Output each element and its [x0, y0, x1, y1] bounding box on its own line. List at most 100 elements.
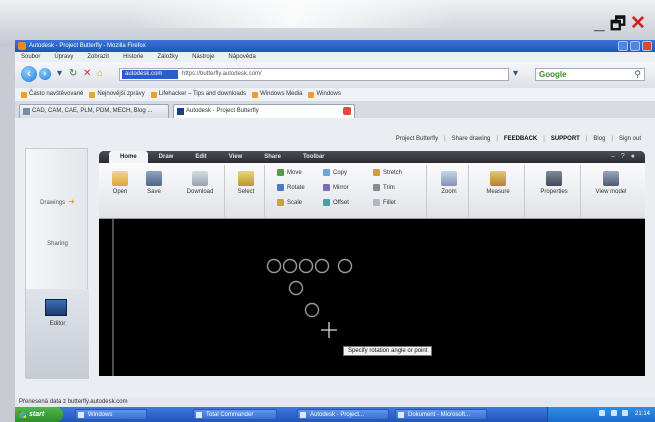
- app-icon: [300, 412, 306, 418]
- command-tooltip: Specify rotation angle or point: [343, 346, 433, 356]
- ribbon-minimize-icon[interactable]: –: [611, 153, 615, 160]
- stretch-icon: [373, 169, 380, 176]
- link-project-butterfly[interactable]: Project Butterfly: [396, 136, 438, 142]
- view-model-icon: [603, 171, 619, 186]
- tray-icon[interactable]: [598, 410, 605, 417]
- drawn-circle[interactable]: [288, 280, 304, 296]
- fillet-button[interactable]: Fillet: [373, 199, 396, 206]
- move-button[interactable]: Move: [277, 169, 302, 176]
- menu-tools[interactable]: Nástroje: [192, 52, 214, 62]
- panel-item-drawings[interactable]: Drawings ➜: [26, 197, 89, 206]
- zoom-button[interactable]: Zoom: [434, 171, 464, 196]
- site-top-links: Project Butterfly | Share drawing | FEEDBA…: [395, 136, 641, 142]
- panel-item-editor[interactable]: Editor: [26, 289, 89, 379]
- win-minimize-button[interactable]: [618, 41, 628, 51]
- dropdown-arrow-icon[interactable]: ▾: [57, 69, 62, 79]
- site-identity-badge[interactable]: autodesk.com: [122, 70, 178, 79]
- taskbar-item[interactable]: Autodesk - Project...: [297, 409, 389, 420]
- address-bar[interactable]: autodesk.com https://butterfly.autodesk.…: [119, 68, 509, 81]
- tab-draw[interactable]: Draw: [148, 151, 185, 163]
- tab-toolbar[interactable]: Toolbar: [292, 151, 336, 163]
- scale-button[interactable]: Scale: [277, 199, 302, 206]
- drawn-circle[interactable]: [298, 258, 314, 274]
- bookmark-icon: [252, 91, 259, 98]
- link-feedback[interactable]: FEEDBACK: [504, 136, 537, 142]
- measure-button[interactable]: Measure: [481, 171, 515, 196]
- mirror-button[interactable]: Mirror: [323, 184, 349, 191]
- taskbar-item[interactable]: Windows: [75, 409, 147, 420]
- stretch-button[interactable]: Stretch: [373, 169, 402, 176]
- menu-edit[interactable]: Úpravy: [54, 52, 73, 62]
- link-support[interactable]: SUPPORT: [551, 136, 580, 142]
- menu-history[interactable]: Historie: [123, 52, 143, 62]
- ribbon-help-icon[interactable]: ?: [621, 153, 625, 160]
- select-button[interactable]: Select: [231, 171, 261, 196]
- bookmark-item[interactable]: Často navštěvované: [21, 88, 83, 101]
- stop-icon[interactable]: ✕: [83, 69, 91, 79]
- view-model-button[interactable]: View model: [593, 171, 629, 196]
- rotate-icon: [277, 184, 284, 191]
- tab-project-butterfly[interactable]: Autodesk - Project Butterfly: [173, 104, 355, 118]
- drawn-circle[interactable]: [282, 258, 298, 274]
- bookmark-item[interactable]: Nejnovější zprávy: [89, 88, 145, 101]
- link-share-drawing[interactable]: Share drawing: [452, 136, 491, 142]
- search-icon[interactable]: ⚲: [634, 69, 641, 80]
- properties-icon: [546, 171, 562, 186]
- back-arrow-icon[interactable]: ‹: [21, 66, 37, 82]
- open-button[interactable]: Open: [105, 171, 135, 196]
- tray-icon[interactable]: [610, 410, 617, 417]
- move-icon: [277, 169, 284, 176]
- link-sign-out[interactable]: Sign out: [619, 136, 641, 142]
- restore-button[interactable]: 🗗: [610, 14, 626, 33]
- tab-cad-blog[interactable]: CAD, CAM, CAE, PLM, PDM, MECH, Blog ...: [19, 104, 169, 118]
- bookmark-item[interactable]: Windows: [308, 88, 341, 101]
- taskbar-item[interactable]: Total Commander: [193, 409, 277, 420]
- bookmark-icon: [89, 91, 96, 98]
- crosshair-cursor-icon: [321, 322, 337, 338]
- menu-help[interactable]: Nápověda: [228, 52, 255, 62]
- forward-arrow-icon[interactable]: ›: [39, 68, 51, 80]
- close-tab-icon[interactable]: [343, 107, 351, 115]
- bookmark-item[interactable]: Lifehacker – Tips and downloads: [150, 88, 246, 101]
- save-button[interactable]: Save: [139, 171, 169, 196]
- tab-edit[interactable]: Edit: [184, 151, 217, 163]
- arrow-right-icon: ➜: [68, 197, 75, 206]
- left-panel: Drawings ➜ Sharing Editor: [25, 148, 89, 379]
- menu-file[interactable]: Soubor: [21, 52, 40, 62]
- scale-icon: [277, 199, 284, 206]
- url-dropdown-icon[interactable]: ▾: [513, 69, 518, 79]
- status-bar: Přenesená data z butterfly.autodesk.com: [15, 398, 655, 407]
- download-button[interactable]: Download: [181, 171, 219, 196]
- copy-button[interactable]: Copy: [323, 169, 347, 176]
- bookmark-item[interactable]: Windows Media: [252, 88, 302, 101]
- reload-icon[interactable]: ↻: [69, 69, 77, 79]
- menu-bookmarks[interactable]: Záložky: [157, 52, 178, 62]
- win-maximize-button[interactable]: [630, 41, 640, 51]
- win-close-button[interactable]: [642, 41, 652, 51]
- rotate-button[interactable]: Rotate: [277, 184, 305, 191]
- bookmark-icon: [150, 91, 157, 98]
- offset-button[interactable]: Offset: [323, 199, 349, 206]
- menu-view[interactable]: Zobrazit: [87, 52, 109, 62]
- tab-view[interactable]: View: [218, 151, 254, 163]
- panel-item-sharing[interactable]: Sharing: [26, 241, 89, 247]
- properties-button[interactable]: Properties: [533, 171, 575, 196]
- drawn-circle[interactable]: [337, 258, 353, 274]
- drawing-canvas[interactable]: Specify rotation angle or point: [99, 219, 645, 376]
- link-blog[interactable]: Blog: [593, 136, 605, 142]
- minimize-button[interactable]: _: [594, 14, 605, 33]
- tab-share[interactable]: Share: [253, 151, 292, 163]
- drawn-circle[interactable]: [266, 258, 282, 274]
- tab-strip: CAD, CAM, CAE, PLM, PDM, MECH, Blog ... …: [15, 101, 655, 118]
- close-button[interactable]: ✕: [630, 14, 646, 33]
- taskbar-item[interactable]: Dokument - Microsoft...: [395, 409, 487, 420]
- trim-button[interactable]: Trim: [373, 184, 395, 191]
- drawn-circle[interactable]: [304, 302, 320, 318]
- start-button[interactable]: start: [15, 407, 63, 422]
- ribbon-info-icon[interactable]: ●: [631, 153, 635, 160]
- tab-home[interactable]: Home: [109, 151, 148, 163]
- tray-icon[interactable]: [622, 410, 629, 417]
- drawn-circle[interactable]: [314, 258, 330, 274]
- home-icon[interactable]: ⌂: [97, 69, 103, 79]
- search-box[interactable]: Google ⚲: [535, 68, 645, 81]
